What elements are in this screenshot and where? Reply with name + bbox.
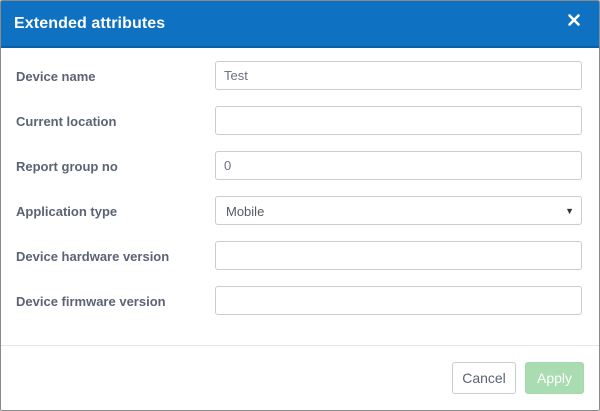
device-firmware-version-row: Device firmware version	[1, 286, 599, 318]
device-firmware-version-label: Device firmware version	[16, 294, 166, 309]
dialog-title: Extended attributes	[14, 15, 166, 32]
extended-attributes-dialog: Extended attributes Device name Current …	[0, 0, 600, 411]
report-group-no-input[interactable]	[216, 152, 581, 179]
device-name-row: Device name	[1, 61, 599, 93]
application-type-row: Application type Mobile ▼	[1, 196, 599, 228]
device-hardware-version-input[interactable]	[216, 242, 581, 269]
current-location-row: Current location	[1, 106, 599, 138]
device-hardware-version-field-box	[215, 241, 582, 270]
report-group-no-field-box	[215, 151, 582, 180]
device-name-field-box	[215, 61, 582, 90]
footer-divider	[1, 345, 599, 346]
application-type-label: Application type	[16, 204, 118, 219]
application-type-selected-value: Mobile	[226, 204, 265, 219]
dialog-header: Extended attributes	[1, 1, 599, 48]
device-name-label: Device name	[16, 69, 96, 84]
close-icon[interactable]	[563, 9, 585, 31]
report-group-no-row: Report group no	[1, 151, 599, 183]
cancel-button[interactable]: Cancel	[452, 362, 516, 394]
device-firmware-version-field-box	[215, 286, 582, 315]
current-location-label: Current location	[16, 114, 117, 129]
device-hardware-version-row: Device hardware version	[1, 241, 599, 273]
device-firmware-version-input[interactable]	[216, 287, 581, 314]
caret-down-icon: ▼	[565, 206, 574, 216]
application-type-select[interactable]: Mobile ▼	[215, 196, 582, 225]
current-location-field-box	[215, 106, 582, 135]
device-hardware-version-label: Device hardware version	[16, 249, 170, 264]
current-location-input[interactable]	[216, 107, 581, 134]
report-group-no-label: Report group no	[16, 159, 118, 174]
apply-button[interactable]: Apply	[525, 362, 584, 394]
device-name-input[interactable]	[216, 62, 581, 89]
